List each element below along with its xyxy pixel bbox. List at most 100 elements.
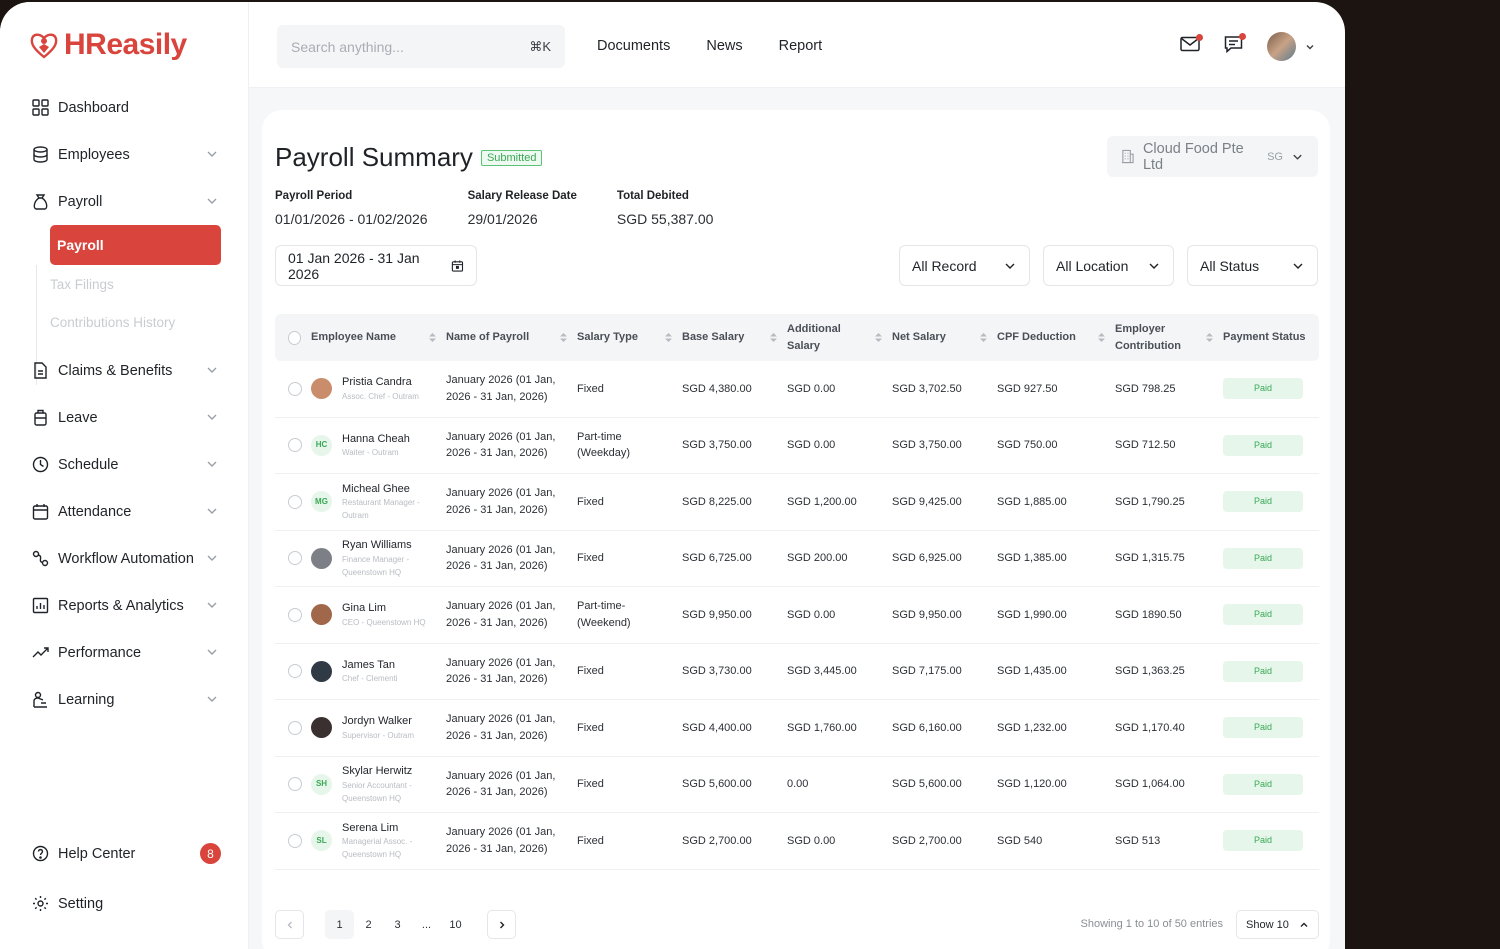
next-page-button[interactable] (487, 910, 516, 939)
top-nav-report[interactable]: Report (779, 38, 823, 54)
table-row[interactable]: MG Micheal Ghee Restaurant Manager - Outra… (275, 474, 1319, 531)
submenu-item-contributions-history[interactable]: Contributions History (50, 303, 249, 341)
table-row[interactable]: HC Hanna Cheah Waiter - Outram January 2026… (275, 418, 1319, 474)
col-cpf-deduction[interactable]: CPF Deduction (997, 329, 1115, 346)
prev-page-button[interactable] (275, 910, 304, 939)
additional-salary-cell: SGD 0.00 (787, 834, 836, 847)
row-checkbox[interactable] (288, 551, 302, 566)
base-salary-cell: SGD 4,380.00 (682, 382, 752, 395)
page-size-select[interactable]: Show 10 (1236, 910, 1319, 939)
sort-icon[interactable] (1206, 333, 1213, 342)
sort-icon[interactable] (560, 333, 567, 342)
sidebar-item-payroll[interactable]: Payroll (0, 178, 249, 225)
net-salary-cell: SGD 9,425.00 (892, 495, 962, 508)
sidebar-item-dashboard[interactable]: Dashboard (0, 84, 249, 131)
employee-name[interactable]: Pristia Candra (342, 374, 419, 391)
employer-contribution-cell: SGD 798.25 (1115, 382, 1176, 395)
meta-payroll-period: Payroll Period 01/01/2026 - 01/02/2026 (275, 190, 428, 227)
sort-icon[interactable] (1098, 333, 1105, 342)
sidebar-item-help-center[interactable]: Help Center 8 (0, 830, 249, 877)
top-icons (1180, 32, 1315, 61)
table-row[interactable]: Pristia Candra Assoc. Chef - Outram Januar… (275, 361, 1319, 418)
sort-icon[interactable] (770, 333, 777, 342)
select-all-checkbox[interactable] (288, 330, 301, 345)
additional-salary-cell: SGD 1,200.00 (787, 495, 857, 508)
sidebar-item-employees[interactable]: Employees (0, 131, 249, 178)
payroll-name-cell: January 2026 (01 Jan, 2026 - 31 Jan, 202… (446, 600, 556, 629)
employee-name[interactable]: Skylar Herwitz (342, 763, 438, 780)
table-row[interactable]: James Tan Chef - Clementi January 2026 (01… (275, 644, 1319, 700)
col-name-of-payroll[interactable]: Name of Payroll (446, 329, 577, 346)
table-row[interactable]: SL Serena Lim Managerial Assoc. - Queensto… (275, 813, 1319, 870)
filter-location-select[interactable]: All Location (1043, 245, 1174, 286)
row-checkbox[interactable] (288, 381, 302, 396)
date-range-picker[interactable]: 01 Jan 2026 - 31 Jan 2026 (275, 245, 477, 286)
chevron-down-icon (207, 696, 217, 702)
row-checkbox[interactable] (288, 664, 302, 679)
net-salary-cell: SGD 5,600.00 (892, 778, 962, 790)
sidebar-item-setting[interactable]: Setting (0, 880, 249, 927)
filter-status-select[interactable]: All Status (1187, 245, 1318, 286)
employee-role: Senior Accountant - Queenstown HQ (342, 780, 412, 803)
table-row[interactable]: Ryan Williams Finance Manager - Queenstow… (275, 531, 1319, 587)
sidebar-item-workflow-automation[interactable]: Workflow Automation (0, 535, 249, 582)
sidebar-item-learning[interactable]: Learning (0, 676, 249, 723)
mail-icon[interactable] (1180, 34, 1203, 57)
page-2[interactable]: 2 (354, 910, 383, 939)
employee-name[interactable]: James Tan (342, 657, 398, 674)
row-checkbox[interactable] (288, 833, 302, 848)
employee-name[interactable]: Hanna Cheah (342, 431, 410, 448)
sidebar-item-label: Workflow Automation (58, 550, 194, 567)
table-row[interactable]: SH Skylar Herwitz Senior Accountant - Quee… (275, 757, 1319, 813)
sidebar-item-claims-benefits[interactable]: Claims & Benefits (0, 347, 249, 394)
row-checkbox[interactable] (288, 777, 302, 792)
row-checkbox[interactable] (288, 438, 302, 453)
meta-label: Total Debited (616, 190, 689, 202)
app-logo[interactable]: HReasily (28, 28, 187, 62)
col-employee-name[interactable]: Employee Name (311, 329, 446, 346)
page-10[interactable]: 10 (441, 910, 470, 939)
table-row[interactable]: Gina Lim CEO - Queenstown HQ January 2026 … (275, 587, 1319, 644)
col-employer-contribution[interactable]: Employer Contribution (1115, 321, 1223, 354)
sort-icon[interactable] (980, 333, 987, 342)
submenu-item-payroll[interactable]: Payroll (50, 225, 221, 265)
sort-icon[interactable] (875, 333, 882, 342)
employee-name[interactable]: Jordyn Walker (342, 713, 414, 730)
col-salary-type[interactable]: Salary Type (577, 329, 682, 346)
col-additional-salary[interactable]: Additional Salary (787, 321, 892, 354)
filter-record-select[interactable]: All Record (899, 245, 1030, 286)
row-checkbox[interactable] (288, 720, 302, 735)
employee-name[interactable]: Ryan Williams (342, 537, 438, 554)
search-input[interactable]: Search anything... ⌘K (277, 25, 565, 68)
row-checkbox[interactable] (288, 494, 302, 509)
sidebar-item-reports-analytics[interactable]: Reports & Analytics (0, 582, 249, 629)
col-net-salary[interactable]: Net Salary (892, 329, 997, 346)
top-nav-documents[interactable]: Documents (597, 38, 670, 54)
user-menu[interactable] (1267, 32, 1315, 61)
sidebar-item-schedule[interactable]: Schedule (0, 441, 249, 488)
additional-salary-cell: SGD 0.00 (787, 439, 836, 451)
employee-name[interactable]: Gina Lim (342, 600, 426, 617)
sidebar-item-leave[interactable]: Leave (0, 394, 249, 441)
sort-icon[interactable] (665, 333, 672, 342)
logo-heart-icon (30, 33, 58, 59)
employee-name[interactable]: Micheal Ghee (342, 481, 438, 498)
sidebar-item-attendance[interactable]: Attendance (0, 488, 249, 535)
company-select[interactable]: Cloud Food Pte Ltd SG (1107, 136, 1318, 177)
employee-name[interactable]: Serena Lim (342, 820, 438, 837)
col-base-salary[interactable]: Base Salary (682, 329, 787, 346)
employee-cell: SL Serena Lim Managerial Assoc. - Queensto… (311, 820, 446, 862)
submenu-item-tax-filings[interactable]: Tax Filings (50, 265, 249, 303)
table-row[interactable]: Jordyn Walker Supervisor - Outram January … (275, 700, 1319, 757)
sidebar-item-performance[interactable]: Performance (0, 629, 249, 676)
sidebar-item-label: Attendance (58, 503, 132, 520)
row-checkbox[interactable] (288, 607, 302, 622)
chat-icon[interactable] (1224, 33, 1246, 58)
top-nav-news[interactable]: News (706, 38, 742, 54)
page-3[interactable]: 3 (383, 910, 412, 939)
row-select-cell (275, 381, 311, 396)
page-1[interactable]: 1 (325, 910, 354, 939)
sidebar-item-label: Leave (58, 409, 98, 426)
column-header-label: Additional Salary (787, 323, 841, 352)
sort-icon[interactable] (429, 333, 436, 342)
